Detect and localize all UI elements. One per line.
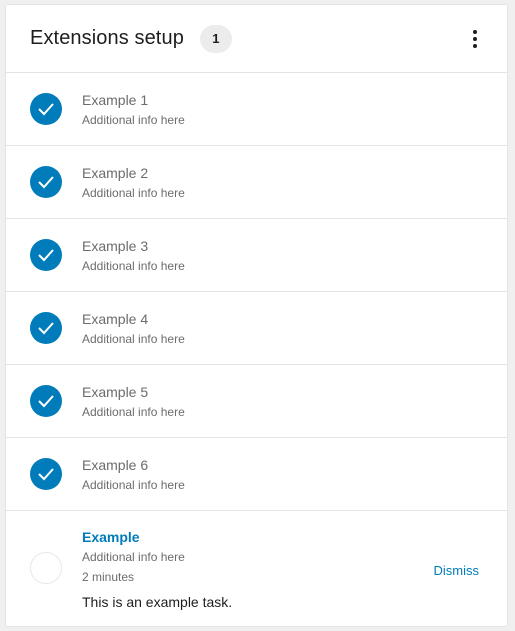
task-subtitle: Additional info here xyxy=(82,478,185,492)
menu-dot xyxy=(473,30,477,34)
checkmark-icon xyxy=(30,312,62,344)
active-task-time: 2 minutes xyxy=(82,570,135,584)
task-text: Example 3 Additional info here xyxy=(82,238,185,273)
task-subtitle: Additional info here xyxy=(82,332,185,346)
task-text: Example 2 Additional info here xyxy=(82,165,185,200)
task-title: Example 5 xyxy=(82,384,149,400)
task-title: Example 4 xyxy=(82,311,149,327)
extensions-setup-card: Extensions setup 1 Example 1 Additional … xyxy=(5,4,508,627)
card-title: Extensions setup xyxy=(30,27,184,49)
active-task-description: This is an example task. xyxy=(82,594,233,610)
task-item-6[interactable]: Example 6 Additional info here xyxy=(6,438,507,511)
task-item-5[interactable]: Example 5 Additional info here xyxy=(6,365,507,438)
task-text: Example 4 Additional info here xyxy=(82,311,185,346)
menu-dot xyxy=(473,37,477,41)
task-title: Example 1 xyxy=(82,92,149,108)
task-item-2[interactable]: Example 2 Additional info here xyxy=(6,146,507,219)
task-item-3[interactable]: Example 3 Additional info here xyxy=(6,219,507,292)
task-text: Example 5 Additional info here xyxy=(82,384,185,419)
task-title: Example 2 xyxy=(82,165,149,181)
task-item-1[interactable]: Example 1 Additional info here xyxy=(6,73,507,146)
card-header: Extensions setup 1 xyxy=(6,5,507,73)
task-title: Example 3 xyxy=(82,238,149,254)
task-text: Example 1 Additional info here xyxy=(82,92,185,127)
checkmark-icon xyxy=(30,166,62,198)
task-title: Example 6 xyxy=(82,457,149,473)
empty-circle-icon xyxy=(30,552,62,584)
count-badge: 1 xyxy=(199,24,232,53)
task-subtitle: Additional info here xyxy=(82,186,185,200)
checkmark-icon xyxy=(30,93,62,125)
vertical-ellipsis-icon[interactable] xyxy=(461,27,489,51)
active-task-item[interactable]: Example Additional info here 2 minutes T… xyxy=(6,511,507,626)
task-subtitle: Additional info here xyxy=(82,113,185,127)
checkmark-icon xyxy=(30,458,62,490)
checkmark-icon xyxy=(30,239,62,271)
checkmark-icon xyxy=(30,385,62,417)
menu-dot xyxy=(473,44,477,48)
task-text: Example 6 Additional info here xyxy=(82,457,185,492)
dismiss-button[interactable]: Dismiss xyxy=(434,563,480,578)
task-item-4[interactable]: Example 4 Additional info here xyxy=(6,292,507,365)
active-task-subtitle: Additional info here xyxy=(82,550,185,564)
task-subtitle: Additional info here xyxy=(82,259,185,273)
active-task-title[interactable]: Example xyxy=(82,529,140,545)
task-subtitle: Additional info here xyxy=(82,405,185,419)
